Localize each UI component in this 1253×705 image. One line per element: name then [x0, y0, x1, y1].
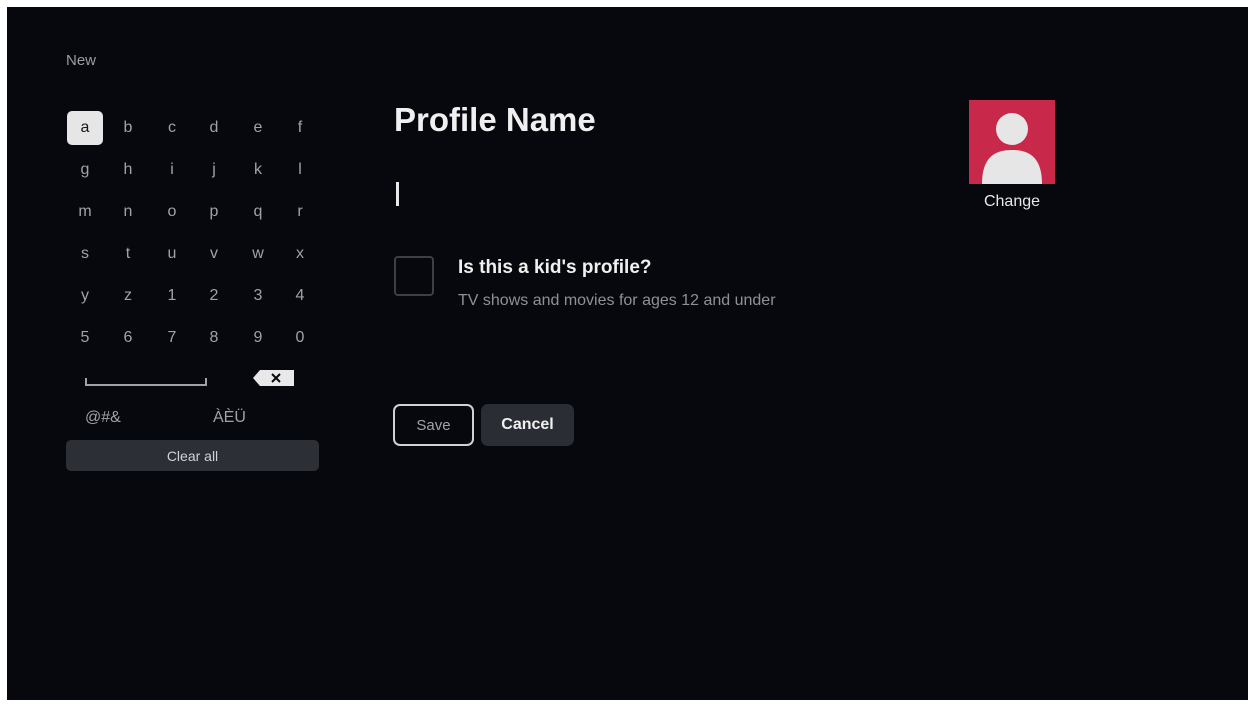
key-4[interactable]: 4	[282, 279, 318, 313]
key-8[interactable]: 8	[196, 321, 232, 355]
key-n[interactable]: n	[110, 195, 146, 229]
key-w[interactable]: w	[240, 237, 276, 271]
key-i[interactable]: i	[154, 153, 190, 187]
backspace-icon[interactable]	[252, 369, 296, 387]
key-l[interactable]: l	[282, 153, 318, 187]
kid-profile-question: Is this a kid's profile?	[458, 257, 652, 278]
key-h[interactable]: h	[110, 153, 146, 187]
key-m[interactable]: m	[67, 195, 103, 229]
key-b[interactable]: b	[110, 111, 146, 145]
key-6[interactable]: 6	[110, 321, 146, 355]
header-label: New	[66, 52, 97, 69]
key-k[interactable]: k	[240, 153, 276, 187]
kid-profile-checkbox[interactable]	[394, 256, 434, 296]
key-3[interactable]: 3	[240, 279, 276, 313]
key-1[interactable]: 1	[154, 279, 190, 313]
key-s[interactable]: s	[67, 237, 103, 271]
key-d[interactable]: d	[196, 111, 232, 145]
profile-avatar[interactable]	[969, 100, 1055, 184]
key-f[interactable]: f	[282, 111, 318, 145]
change-avatar-label[interactable]: Change	[962, 193, 1062, 211]
key-a[interactable]: a	[67, 111, 103, 145]
key-e[interactable]: e	[240, 111, 276, 145]
key-r[interactable]: r	[282, 195, 318, 229]
profile-name-input[interactable]	[396, 182, 399, 206]
key-t[interactable]: t	[110, 237, 146, 271]
key-2[interactable]: 2	[196, 279, 232, 313]
key-q[interactable]: q	[240, 195, 276, 229]
clear-all-button[interactable]: Clear all	[66, 440, 319, 471]
screen: New @#& ÀÈÜ Clear all abcdef ghijkl mnopqr…	[7, 7, 1248, 700]
person-avatar-icon	[982, 113, 1042, 184]
save-button[interactable]: Save	[393, 404, 474, 446]
key-5[interactable]: 5	[67, 321, 103, 355]
key-o[interactable]: o	[154, 195, 190, 229]
key-0[interactable]: 0	[282, 321, 318, 355]
accents-key[interactable]: ÀÈÜ	[213, 409, 246, 427]
key-z[interactable]: z	[110, 279, 146, 313]
key-7[interactable]: 7	[154, 321, 190, 355]
key-c[interactable]: c	[154, 111, 190, 145]
key-y[interactable]: y	[67, 279, 103, 313]
key-j[interactable]: j	[196, 153, 232, 187]
page-title: Profile Name	[394, 101, 596, 138]
key-g[interactable]: g	[67, 153, 103, 187]
key-p[interactable]: p	[196, 195, 232, 229]
space-bar-icon[interactable]	[85, 378, 207, 386]
key-x[interactable]: x	[282, 237, 318, 271]
key-u[interactable]: u	[154, 237, 190, 271]
kid-profile-description: TV shows and movies for ages 12 and unde…	[458, 292, 776, 309]
cancel-button[interactable]: Cancel	[481, 404, 574, 446]
key-v[interactable]: v	[196, 237, 232, 271]
symbols-key[interactable]: @#&	[85, 409, 121, 427]
key-9[interactable]: 9	[240, 321, 276, 355]
